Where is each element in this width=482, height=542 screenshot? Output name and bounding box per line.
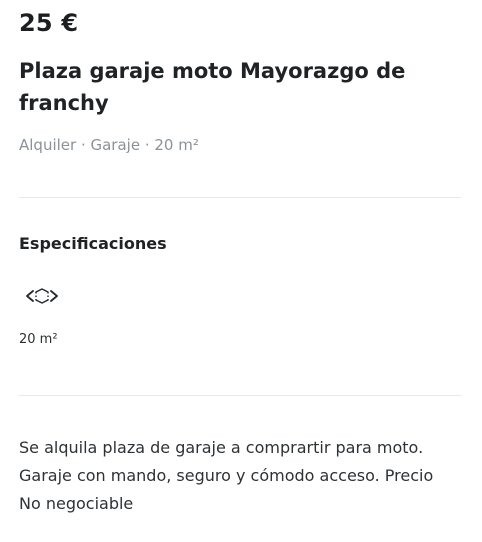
section-divider <box>19 197 461 198</box>
listing-description: Se alquila plaza de garaje a comprartir … <box>19 438 434 513</box>
listing-title: Plaza garaje moto Mayorazgo de franchy <box>19 59 406 115</box>
section-divider <box>19 395 461 396</box>
specifications-heading: Especificaciones <box>19 234 167 253</box>
listing-meta: Alquiler · Garaje · 20 m² <box>19 136 199 154</box>
listing-details: 25 € Plaza garaje moto Mayorazgo de fran… <box>0 0 482 542</box>
listing-price: 25 € <box>19 9 79 37</box>
area-size-icon <box>21 286 63 306</box>
area-value: 20 m² <box>19 332 58 347</box>
